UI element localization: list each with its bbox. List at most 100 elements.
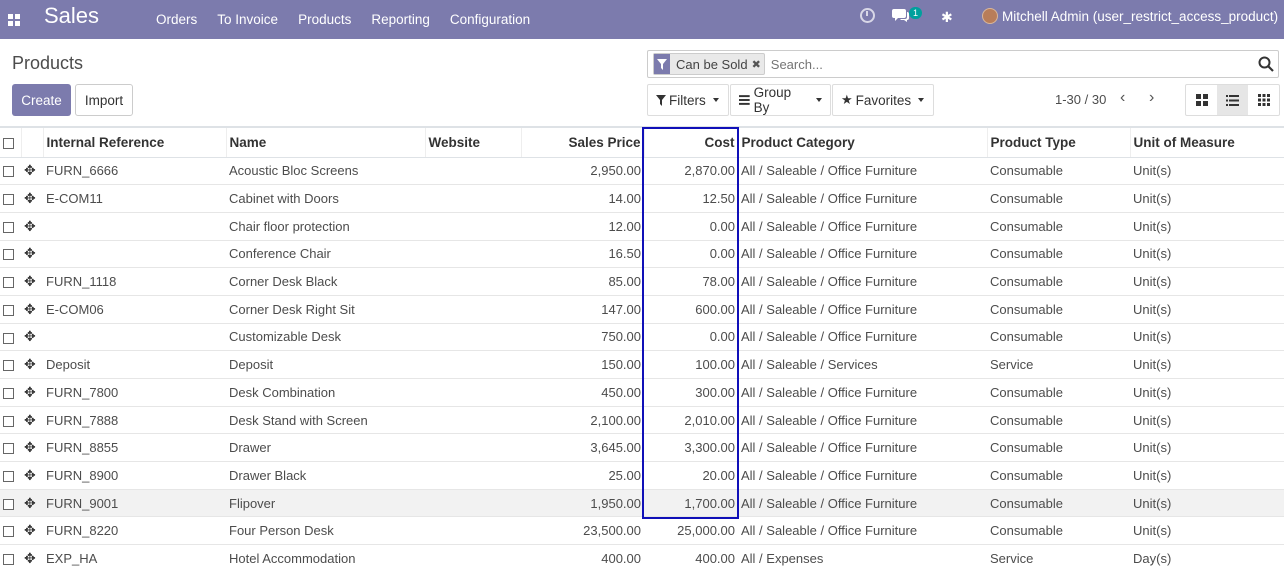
create-button[interactable]: Create [12, 84, 71, 116]
list-view-icon[interactable] [1217, 85, 1248, 115]
name-cell[interactable]: Chair floor protection [226, 212, 425, 241]
row-select-cell[interactable] [0, 378, 21, 407]
grid-view-icon[interactable] [1248, 85, 1279, 115]
website-cell[interactable] [425, 489, 521, 518]
table-row[interactable]: ✥ FURN_7888 Desk Stand with Screen 2,100.00… [0, 406, 1284, 435]
sales-price-cell[interactable]: 450.00 [521, 378, 644, 407]
row-select-cell[interactable] [0, 267, 21, 296]
sales-price-cell[interactable]: 12.00 [521, 212, 644, 241]
internal-reference-cell[interactable]: FURN_1118 [43, 267, 226, 296]
internal-reference-cell[interactable]: FURN_8900 [43, 461, 226, 490]
unit-of-measure-cell[interactable]: Unit(s) [1130, 516, 1284, 546]
cost-cell[interactable]: 0.00 [644, 240, 738, 269]
name-cell[interactable]: Desk Combination [226, 378, 425, 407]
user-menu[interactable]: Mitchell Admin (user_restrict_access_pro… [1002, 9, 1278, 24]
column-header[interactable]: Product Type [987, 126, 1131, 158]
name-cell[interactable]: Desk Stand with Screen [226, 406, 425, 435]
name-cell[interactable]: Corner Desk Right Sit [226, 295, 425, 324]
drag-handle-icon[interactable]: ✥ [24, 439, 36, 455]
product-type-cell[interactable]: Service [987, 544, 1130, 572]
row-checkbox[interactable] [3, 221, 14, 233]
sales-price-cell[interactable]: 85.00 [521, 267, 644, 296]
row-checkbox[interactable] [3, 526, 14, 538]
product-category-cell[interactable]: All / Saleable / Office Furniture [738, 378, 987, 407]
unit-of-measure-cell[interactable]: Unit(s) [1130, 295, 1284, 324]
drag-handle-icon[interactable]: ✥ [24, 218, 36, 234]
website-cell[interactable] [425, 350, 521, 379]
internal-reference-cell[interactable]: E-COM11 [43, 184, 226, 213]
unit-of-measure-cell[interactable]: Unit(s) [1130, 323, 1284, 352]
website-cell[interactable] [425, 406, 521, 435]
cost-cell[interactable]: 100.00 [644, 350, 738, 379]
drag-handle-cell[interactable]: ✥ [21, 516, 43, 546]
cost-cell[interactable]: 300.00 [644, 378, 738, 407]
name-cell[interactable]: Customizable Desk [226, 323, 425, 352]
sales-price-cell[interactable]: 25.00 [521, 461, 644, 490]
import-button[interactable]: Import [75, 84, 133, 116]
unit-of-measure-cell[interactable]: Unit(s) [1130, 184, 1284, 213]
activity-clock-icon[interactable] [860, 8, 875, 23]
internal-reference-cell[interactable] [43, 323, 226, 352]
cost-cell[interactable]: 78.00 [644, 267, 738, 296]
unit-of-measure-cell[interactable]: Unit(s) [1130, 240, 1284, 269]
internal-reference-cell[interactable]: FURN_8855 [43, 433, 226, 463]
unit-of-measure-cell[interactable]: Unit(s) [1130, 378, 1284, 407]
drag-handle-icon[interactable]: ✥ [24, 301, 36, 317]
drag-handle-cell[interactable]: ✥ [21, 295, 43, 324]
row-select-cell[interactable] [0, 240, 21, 269]
drag-handle-cell[interactable]: ✥ [21, 212, 43, 241]
menu-products[interactable]: Products [288, 12, 361, 27]
drag-handle-icon[interactable]: ✥ [24, 384, 36, 400]
pager-next-icon[interactable]: › [1149, 89, 1154, 107]
drag-handle-cell[interactable]: ✥ [21, 461, 43, 490]
name-cell[interactable]: Acoustic Bloc Screens [226, 157, 425, 186]
drag-handle-icon[interactable]: ✥ [24, 245, 36, 261]
drag-handle-cell[interactable]: ✥ [21, 406, 43, 435]
table-row[interactable]: ✥ FURN_1118 Corner Desk Black 85.00 78.00 All… [0, 267, 1284, 296]
table-row[interactable]: ✥ Deposit Deposit 150.00 100.00 All / Saleabl… [0, 350, 1284, 379]
search-input[interactable] [770, 56, 1278, 72]
kanban-view-icon[interactable] [1186, 85, 1217, 115]
product-category-cell[interactable]: All / Saleable / Office Furniture [738, 323, 987, 352]
pager-value[interactable]: 1-30 / 30 [1055, 92, 1106, 107]
table-row[interactable]: ✥ FURN_8900 Drawer Black 25.00 20.00 All / Sa… [0, 461, 1284, 490]
row-checkbox[interactable] [3, 470, 14, 482]
internal-reference-cell[interactable] [43, 240, 226, 269]
product-type-cell[interactable]: Consumable [987, 267, 1130, 296]
drag-handle-icon[interactable]: ✥ [24, 412, 36, 428]
internal-reference-cell[interactable]: FURN_8220 [43, 516, 226, 546]
name-cell[interactable]: Corner Desk Black [226, 267, 425, 296]
favorites-dropdown[interactable]: ★ Favorites [832, 84, 934, 116]
cost-cell[interactable]: 600.00 [644, 295, 738, 324]
website-cell[interactable] [425, 544, 521, 572]
row-checkbox[interactable] [3, 166, 14, 178]
product-category-cell[interactable]: All / Saleable / Office Furniture [738, 267, 987, 296]
drag-handle-icon[interactable]: ✥ [24, 467, 36, 483]
website-cell[interactable] [425, 212, 521, 241]
drag-handle-icon[interactable]: ✥ [24, 550, 36, 566]
cost-cell[interactable]: 25,000.00 [644, 516, 738, 546]
sales-price-cell[interactable]: 150.00 [521, 350, 644, 379]
product-type-cell[interactable]: Consumable [987, 406, 1130, 435]
messages-icon[interactable] [892, 8, 909, 23]
row-select-cell[interactable] [0, 516, 21, 546]
column-header[interactable]: Cost [644, 126, 739, 158]
debug-bug-icon[interactable]: ✱ [941, 9, 953, 26]
cost-cell[interactable]: 0.00 [644, 323, 738, 352]
row-checkbox[interactable] [3, 360, 14, 372]
name-cell[interactable]: Drawer Black [226, 461, 425, 490]
column-header[interactable]: Sales Price [521, 126, 645, 158]
product-category-cell[interactable]: All / Saleable / Office Furniture [738, 240, 987, 269]
row-select-cell[interactable] [0, 295, 21, 324]
sales-price-cell[interactable]: 16.50 [521, 240, 644, 269]
menu-orders[interactable]: Orders [146, 12, 207, 27]
product-type-cell[interactable]: Consumable [987, 240, 1130, 269]
product-category-cell[interactable]: All / Saleable / Office Furniture [738, 295, 987, 324]
column-header[interactable]: Product Category [738, 126, 988, 158]
website-cell[interactable] [425, 461, 521, 490]
row-select-cell[interactable] [0, 212, 21, 241]
product-type-cell[interactable]: Consumable [987, 212, 1130, 241]
name-cell[interactable]: Flipover [226, 489, 425, 518]
row-select-cell[interactable] [0, 350, 21, 379]
name-cell[interactable]: Hotel Accommodation [226, 544, 425, 572]
